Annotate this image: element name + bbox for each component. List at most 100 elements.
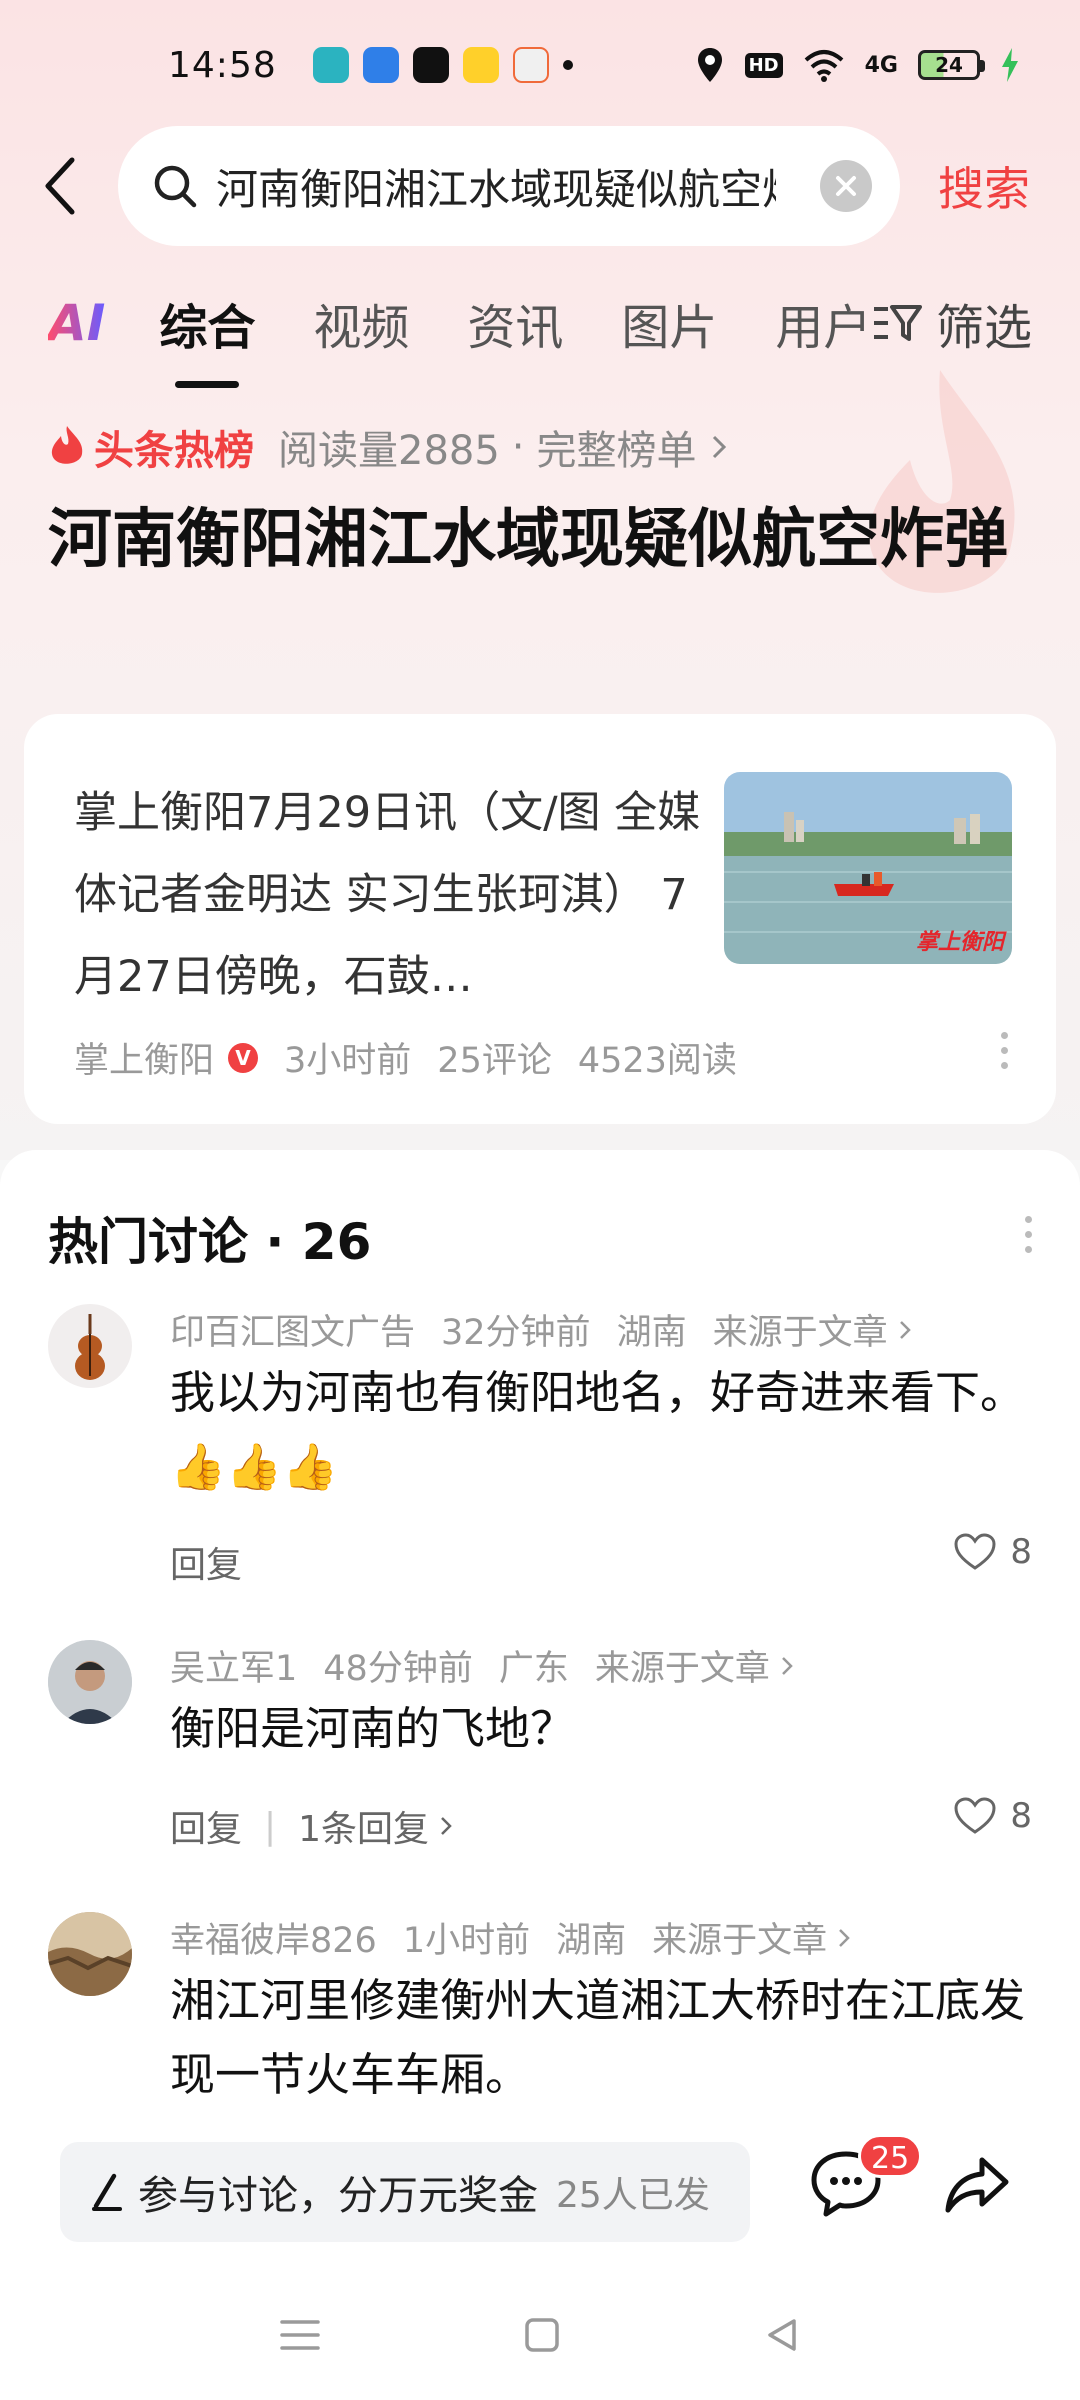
article-more-icon[interactable] bbox=[1001, 1032, 1008, 1069]
chevron-right-icon bbox=[839, 1928, 850, 1947]
verified-badge-icon: V bbox=[228, 1042, 259, 1073]
search-icon bbox=[154, 165, 197, 208]
tab-images[interactable]: 图片 bbox=[621, 288, 717, 358]
tab-comprehensive[interactable]: 综合 bbox=[159, 288, 255, 388]
article-time: 3小时前 bbox=[284, 1041, 412, 1081]
share-icon bbox=[945, 2157, 1009, 2213]
discussion-title: 热门讨论 · 26 bbox=[48, 1213, 372, 1271]
join-discussion-label: 参与讨论，分万元奖金 bbox=[138, 2173, 538, 2219]
game-icon bbox=[512, 47, 549, 83]
reply-button[interactable]: 回复 bbox=[170, 1536, 242, 1588]
comment-count-badge: 25 bbox=[858, 2134, 923, 2178]
discussion-more-icon[interactable] bbox=[1025, 1216, 1032, 1253]
pen-icon bbox=[92, 2173, 122, 2211]
back-nav-icon[interactable] bbox=[762, 2315, 802, 2355]
comment-meta: 幸福彼岸826 1小时前 湖南 来源于文章 bbox=[170, 1912, 851, 1963]
topic-headline: 河南衡阳湘江水域现疑似航空炸弹 bbox=[48, 503, 1008, 577]
article-reads: 4523阅读 bbox=[577, 1041, 737, 1081]
comment-user[interactable]: 吴立军1 bbox=[170, 1640, 297, 1691]
avatar[interactable] bbox=[48, 1912, 132, 1996]
comment-location: 湖南 bbox=[616, 1313, 687, 1353]
comment-source-link[interactable]: 来源于文章 bbox=[652, 1912, 827, 1963]
comment-actions: 回复 | 1条回复 bbox=[170, 1800, 453, 1852]
app-icon-4 bbox=[462, 47, 499, 83]
divider: | bbox=[264, 1805, 277, 1847]
view-replies-link[interactable]: 1条回复 bbox=[298, 1800, 429, 1852]
menu-nav-icon[interactable] bbox=[278, 2317, 322, 2353]
flame-icon bbox=[51, 426, 83, 464]
app-icon-2 bbox=[362, 47, 399, 83]
tab-video[interactable]: 视频 bbox=[313, 288, 409, 358]
comment-meta: 印百汇图文广告 32分钟前 湖南 来源于文章 bbox=[170, 1304, 912, 1355]
great-wall-avatar bbox=[48, 1912, 132, 1996]
status-time: 14:58 bbox=[168, 44, 277, 86]
share-button[interactable] bbox=[942, 2148, 1012, 2218]
meta-separator: · bbox=[511, 424, 525, 470]
violin-avatar-icon bbox=[75, 1314, 105, 1380]
article-card[interactable]: 掌上衡阳7月29日讯（文/图 全媒体记者金明达 实习生张珂淇） 7月27日傍晚，… bbox=[24, 714, 1056, 1124]
search-row: 河南衡阳湘江水域现疑似航空炸弹 搜索 bbox=[0, 124, 1080, 248]
comment-item: 印百汇图文广告 32分钟前 湖南 来源于文章 我以为河南也有衡阳地名，好奇进来看… bbox=[0, 1304, 1080, 1586]
clear-button[interactable] bbox=[820, 160, 872, 212]
search-query: 河南衡阳湘江水域现疑似航空炸弹 bbox=[216, 164, 776, 214]
search-button[interactable]: 搜索 bbox=[938, 153, 1030, 219]
tiktok-icon bbox=[412, 47, 449, 83]
comment-actions: 回复 bbox=[170, 1536, 242, 1588]
search-input[interactable]: 河南衡阳湘江水域现疑似航空炸弹 bbox=[118, 126, 900, 246]
hot-list-brand: 头条热榜 bbox=[94, 428, 254, 474]
chevron-right-icon bbox=[781, 1656, 793, 1675]
comment-location: 广东 bbox=[498, 1649, 569, 1689]
comment-source-link[interactable]: 来源于文章 bbox=[713, 1304, 888, 1355]
join-discussion-input[interactable]: 参与讨论，分万元奖金 25人已发 bbox=[60, 2142, 750, 2242]
chevron-right-icon bbox=[899, 1320, 911, 1339]
article-meta: 掌上衡阳 V 3小时前 25评论 4523阅读 bbox=[74, 1032, 737, 1083]
status-app-icons bbox=[312, 47, 573, 83]
comment-user[interactable]: 幸福彼岸826 bbox=[170, 1912, 377, 1963]
article-summary: 掌上衡阳7月29日讯（文/图 全媒体记者金明达 实习生张珂淇） 7月27日傍晚，… bbox=[74, 788, 701, 1002]
chevron-right-icon bbox=[441, 1817, 452, 1835]
like-count: 8 bbox=[1010, 1532, 1032, 1572]
app-icon-1 bbox=[312, 47, 349, 83]
avatar[interactable] bbox=[48, 1640, 132, 1724]
status-indicators: HD 4G 24 bbox=[695, 46, 1020, 84]
comment-time: 1小时前 bbox=[402, 1921, 531, 1961]
hd-icon: HD bbox=[744, 52, 783, 78]
comment-time: 48分钟前 bbox=[323, 1649, 473, 1689]
like-button[interactable]: 8 bbox=[954, 1796, 1032, 1836]
back-button[interactable] bbox=[40, 124, 110, 248]
article-comments: 25评论 bbox=[437, 1041, 552, 1081]
hot-topic-meta[interactable]: 头条热榜 阅读量2885 · 完整榜单 bbox=[48, 418, 729, 476]
home-nav-icon[interactable] bbox=[522, 2315, 562, 2355]
avatar[interactable] bbox=[48, 1304, 132, 1388]
battery-icon: 24 bbox=[918, 50, 985, 80]
chevron-right-icon bbox=[712, 435, 726, 459]
comment-body: 湘江河里修建衡州大道湘江大桥时在江底发现一节火车车厢。 bbox=[170, 1974, 1026, 2101]
tab-news[interactable]: 资讯 bbox=[467, 288, 563, 358]
comment-meta: 吴立军1 48分钟前 广东 来源于文章 bbox=[170, 1640, 794, 1691]
filter-label: 筛选 bbox=[935, 300, 1032, 356]
more-dot-icon bbox=[562, 60, 573, 70]
hot-discussion-section: 热门讨论 · 26 印百汇图文广告 32分钟前 湖南 来源于文章 我以为河南也有… bbox=[0, 1150, 1080, 2270]
article-thumbnail: 掌上衡阳 bbox=[724, 772, 1012, 964]
comment-source-link[interactable]: 来源于文章 bbox=[595, 1640, 770, 1691]
comment-item: 幸福彼岸826 1小时前 湖南 来源于文章 湘江河里修建衡州大道湘江大桥时在江底… bbox=[0, 1912, 1080, 2112]
comment-time: 32分钟前 bbox=[441, 1313, 591, 1353]
tab-users[interactable]: 用户 bbox=[775, 288, 871, 358]
comment-user[interactable]: 印百汇图文广告 bbox=[170, 1304, 415, 1355]
comment-body: 我以为河南也有衡阳地名，好奇进来看下。👍👍👍 bbox=[170, 1366, 1026, 1493]
user-photo-avatar bbox=[48, 1640, 132, 1724]
filter-button[interactable]: 筛选 bbox=[872, 288, 1032, 358]
article-source[interactable]: 掌上衡阳 bbox=[74, 1032, 214, 1083]
result-tabs: AI 综合 视频 资讯 图片 用户 筛选 bbox=[0, 268, 1080, 388]
like-button[interactable]: 8 bbox=[954, 1532, 1032, 1572]
participant-count: 25人已发 bbox=[556, 2175, 710, 2216]
charging-icon bbox=[1002, 48, 1018, 82]
status-bar: 14:58 HD 4G 24 bbox=[0, 0, 1080, 130]
system-nav-bar bbox=[0, 2270, 1080, 2400]
reply-button[interactable]: 回复 bbox=[170, 1800, 242, 1852]
heart-icon bbox=[954, 1533, 996, 1570]
full-list-link[interactable]: 完整榜单 bbox=[537, 418, 697, 476]
tab-ai[interactable]: AI bbox=[48, 294, 105, 352]
heart-icon bbox=[954, 1797, 996, 1834]
like-count: 8 bbox=[1010, 1796, 1032, 1836]
